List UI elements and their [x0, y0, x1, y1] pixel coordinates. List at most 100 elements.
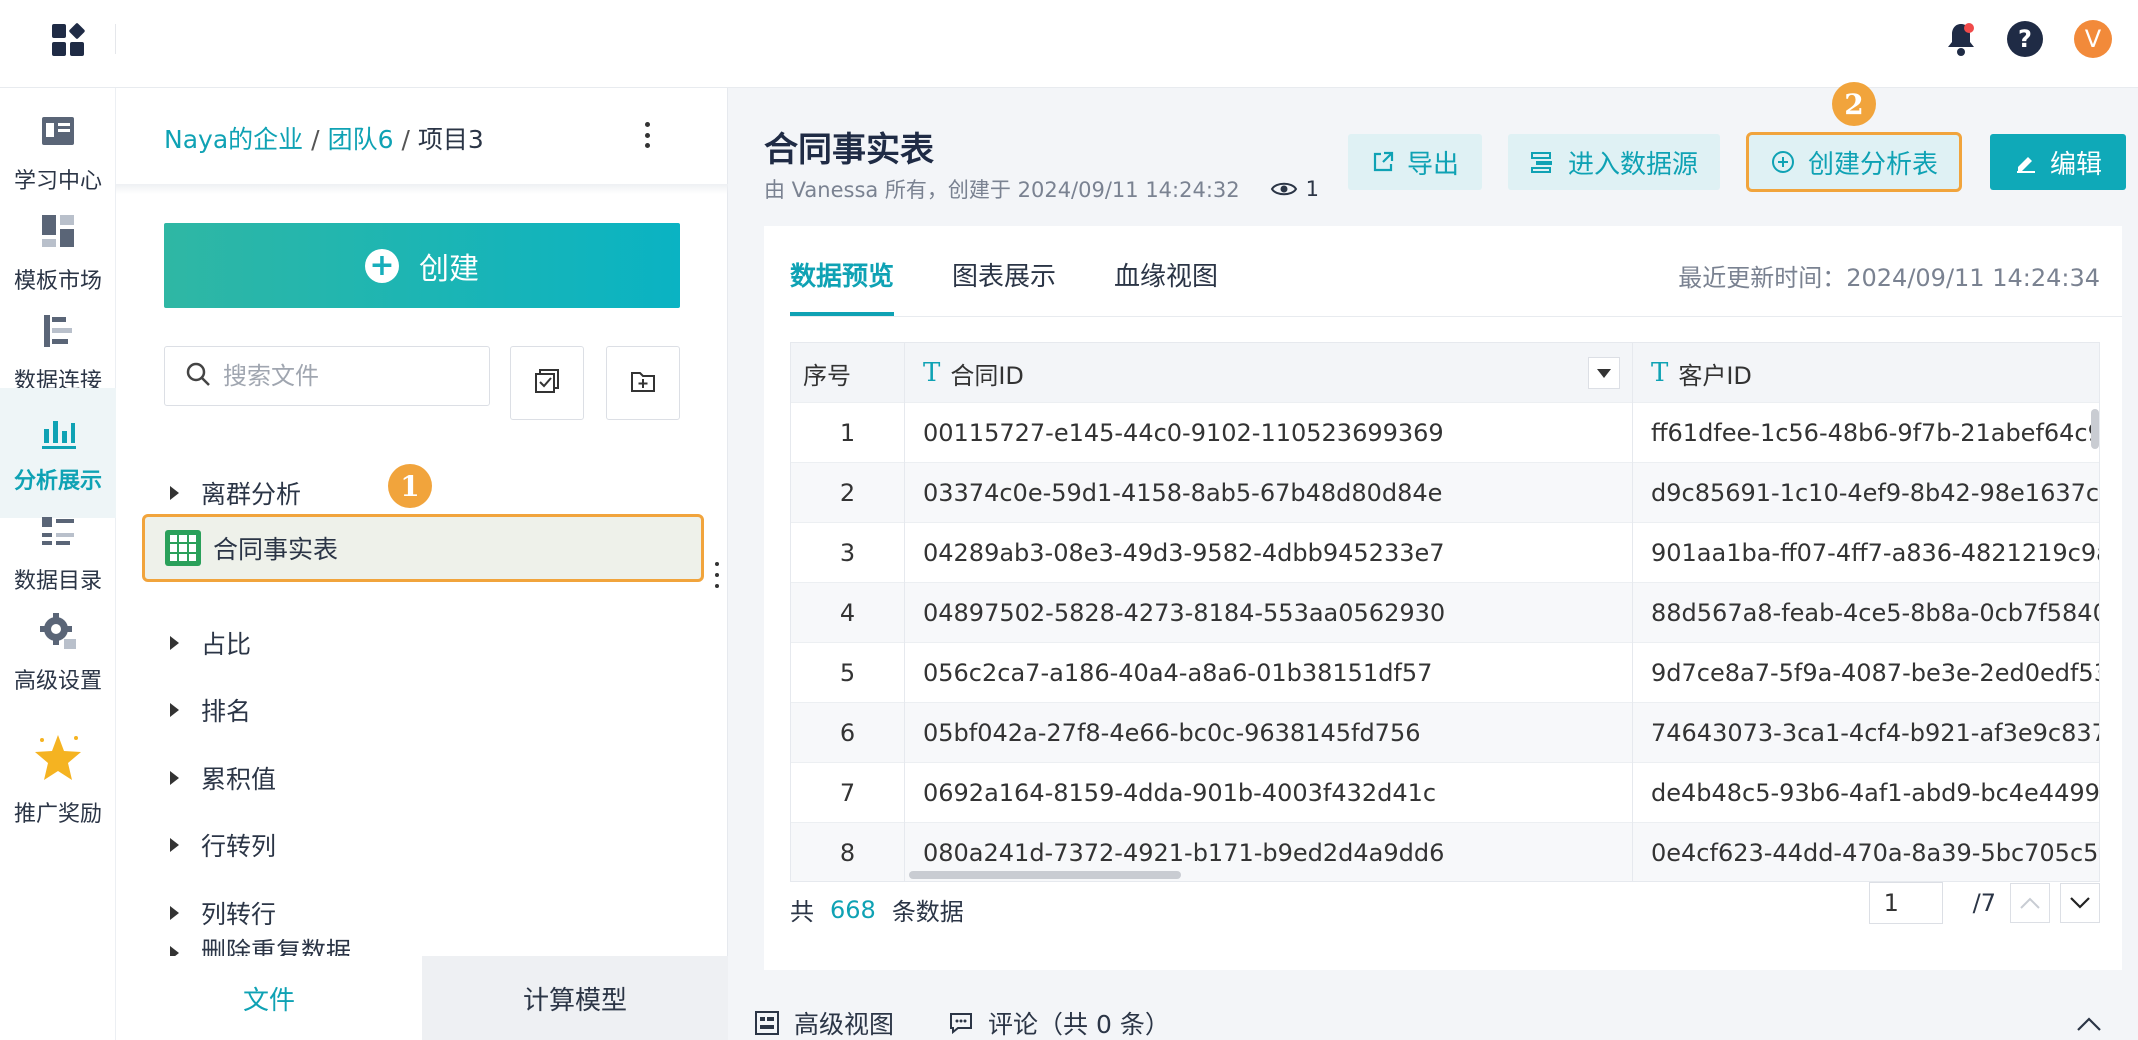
- search-input[interactable]: [223, 362, 463, 390]
- pagination: /7: [1868, 882, 2100, 924]
- total-pages: /7: [1972, 889, 1996, 917]
- advanced-view-label[interactable]: 高级视图: [794, 1005, 894, 1040]
- tree-folder[interactable]: 行转列: [164, 820, 276, 870]
- tree-file-selected[interactable]: 合同事实表: [142, 514, 704, 582]
- export-button[interactable]: 导出: [1348, 134, 1482, 190]
- page-input[interactable]: [1868, 882, 1943, 924]
- customer-id-cell: 74643073-3ca1-4cf4-b921-af3e9c837: [1651, 719, 2100, 747]
- caret-right-icon: [170, 486, 179, 500]
- tree-label: 离群分析: [201, 480, 302, 509]
- view-count: 1: [1270, 177, 1319, 201]
- chevron-down-icon: [2070, 897, 2090, 909]
- main-content: 合同事实表 由 Vanessa 所有，创建于 2024/09/11 14:24:…: [728, 82, 2138, 1040]
- batch-select-button[interactable]: [510, 346, 584, 420]
- bell-icon[interactable]: [1936, 14, 1986, 64]
- template-market-icon: [38, 211, 78, 251]
- collapse-icon[interactable]: [2076, 1016, 2102, 1036]
- row-index: 2: [791, 463, 905, 523]
- tab-files[interactable]: 文件: [116, 956, 422, 1040]
- contract-id-cell: 05bf042a-27f8-4e66-bc0c-9638145fd756: [905, 703, 1633, 763]
- tab-lineage-view[interactable]: 血缘视图: [1114, 256, 1218, 316]
- tree-folder[interactable]: 排名: [164, 685, 251, 735]
- left-navigation: 学习中心 模板市场 数据连接 分析展示 数据目录 高级设置 推广奖励: [0, 88, 116, 1040]
- customer-id-cell: 9d7ce8a7-5f9a-4087-be3e-2ed0edf53: [1651, 659, 2100, 687]
- owner-created-text: 由 Vanessa 所有，创建于 2024/09/11 14:24:32: [764, 178, 1240, 202]
- nav-promotion-reward[interactable]: 推广奖励: [0, 688, 116, 1040]
- table-row: 6 05bf042a-27f8-4e66-bc0c-9638145fd756 7…: [791, 703, 2100, 763]
- learning-center-icon: [38, 111, 78, 151]
- data-card: 数据预览 图表展示 血缘视图 最近更新时间：2024/09/11 14:24:3…: [764, 226, 2122, 970]
- breadcrumb-org[interactable]: Naya的企业: [164, 125, 303, 154]
- new-folder-button[interactable]: [606, 346, 680, 420]
- tree-folder[interactable]: 占比: [164, 618, 251, 668]
- page-down-button[interactable]: [2060, 883, 2100, 923]
- top-bar: ? V: [0, 0, 2138, 88]
- vertical-scrollbar[interactable]: [2091, 409, 2099, 449]
- contract-id-cell: 0692a164-8159-4dda-901b-4003f432d41c: [905, 763, 1633, 823]
- data-connection-icon: [38, 311, 78, 351]
- search-box: [164, 346, 490, 406]
- star-reward-icon: [32, 732, 84, 784]
- analysis-chart-icon: [38, 411, 78, 451]
- tree-folder[interactable]: 累积值: [164, 753, 276, 803]
- caret-right-icon: [170, 771, 179, 785]
- data-table: 序号 T 合同ID T 客户ID 1 00115727-e145-44c0-91…: [790, 342, 2100, 882]
- tab-compute-models[interactable]: 计算模型: [422, 956, 728, 1040]
- export-icon: [1373, 151, 1394, 172]
- customer-id-cell: 0e4cf623-44dd-470a-8a39-5bc705c5f: [1651, 839, 2100, 867]
- tree-folder[interactable]: 离群分析: [164, 468, 301, 518]
- tab-data-preview[interactable]: 数据预览: [790, 256, 895, 316]
- tree-label: 累积值: [201, 765, 277, 794]
- pencil-icon: [2016, 157, 2035, 173]
- page-up-button[interactable]: [2010, 883, 2050, 923]
- tabs-divider: [790, 316, 2122, 317]
- create-button[interactable]: + 创建: [164, 223, 680, 308]
- view-count-value: 1: [1305, 177, 1320, 201]
- create-analysis-button[interactable]: 创建分析表: [1746, 132, 1962, 192]
- horizontal-scrollbar[interactable]: [909, 871, 1181, 879]
- nav-label: 推广奖励: [13, 802, 102, 827]
- breadcrumb-team[interactable]: 团队6: [328, 125, 394, 154]
- header-contract-id[interactable]: T 合同ID: [905, 343, 1633, 403]
- column-dropdown-icon[interactable]: [1588, 357, 1620, 389]
- datasource-icon: [1530, 152, 1552, 173]
- last-updated: 最近更新时间：2024/09/11 14:24:34: [1678, 264, 2100, 292]
- help-icon[interactable]: ?: [2000, 14, 2050, 64]
- eye-icon: [1270, 182, 1297, 196]
- customer-id-cell: de4b48c5-93b6-4af1-abd9-bc4e4499f: [1651, 779, 2100, 807]
- enter-datasource-label: 进入数据源: [1567, 149, 1698, 180]
- row-index: 3: [791, 523, 905, 583]
- avatar[interactable]: V: [2068, 14, 2118, 64]
- table-row: 5 056c2ca7-a186-40a4-a8a6-01b38151df57 9…: [791, 643, 2100, 703]
- breadcrumb-sep: /: [401, 125, 410, 154]
- record-count: 共 668 条数据: [790, 892, 964, 927]
- breadcrumb-project: 项目3: [417, 125, 484, 154]
- contract-id-cell: 03374c0e-59d1-4158-8ab5-67b48d80d84e: [905, 463, 1633, 523]
- header-customer-id[interactable]: T 客户ID: [1633, 343, 2099, 403]
- table-header-row: 序号 T 合同ID T 客户ID: [791, 343, 2099, 403]
- count-value: 668: [830, 895, 876, 924]
- step-badge-2: 2: [1832, 82, 1876, 126]
- enter-datasource-button[interactable]: 进入数据源: [1508, 134, 1720, 190]
- advanced-view-icon: [755, 1011, 779, 1035]
- apps-grid-icon[interactable]: [50, 20, 86, 56]
- create-label: 创建: [419, 251, 479, 287]
- tree-folder[interactable]: 删除重复数据: [164, 936, 351, 956]
- tree-label: 行转列: [201, 832, 277, 861]
- caret-right-icon: [170, 636, 179, 650]
- tab-chart-display[interactable]: 图表展示: [952, 256, 1056, 316]
- caret-right-icon: [170, 838, 179, 852]
- row-index: 8: [791, 823, 905, 881]
- count-prefix: 共: [790, 898, 814, 926]
- customer-id-cell: 901aa1ba-ff07-4ff7-a836-4821219c9a: [1651, 539, 2100, 567]
- comments-label[interactable]: 评论（共 0 条）: [988, 1005, 1170, 1040]
- header-label: 合同ID: [950, 361, 1024, 390]
- item-more-icon[interactable]: [712, 562, 722, 588]
- edit-label: 编辑: [2049, 149, 2102, 180]
- chevron-up-icon: [2020, 897, 2040, 909]
- tree-folder[interactable]: 列转行: [164, 888, 276, 938]
- edit-button[interactable]: 编辑: [1990, 134, 2126, 190]
- row-index: 1: [791, 403, 905, 463]
- row-index: 5: [791, 643, 905, 703]
- more-options-icon[interactable]: [637, 118, 657, 152]
